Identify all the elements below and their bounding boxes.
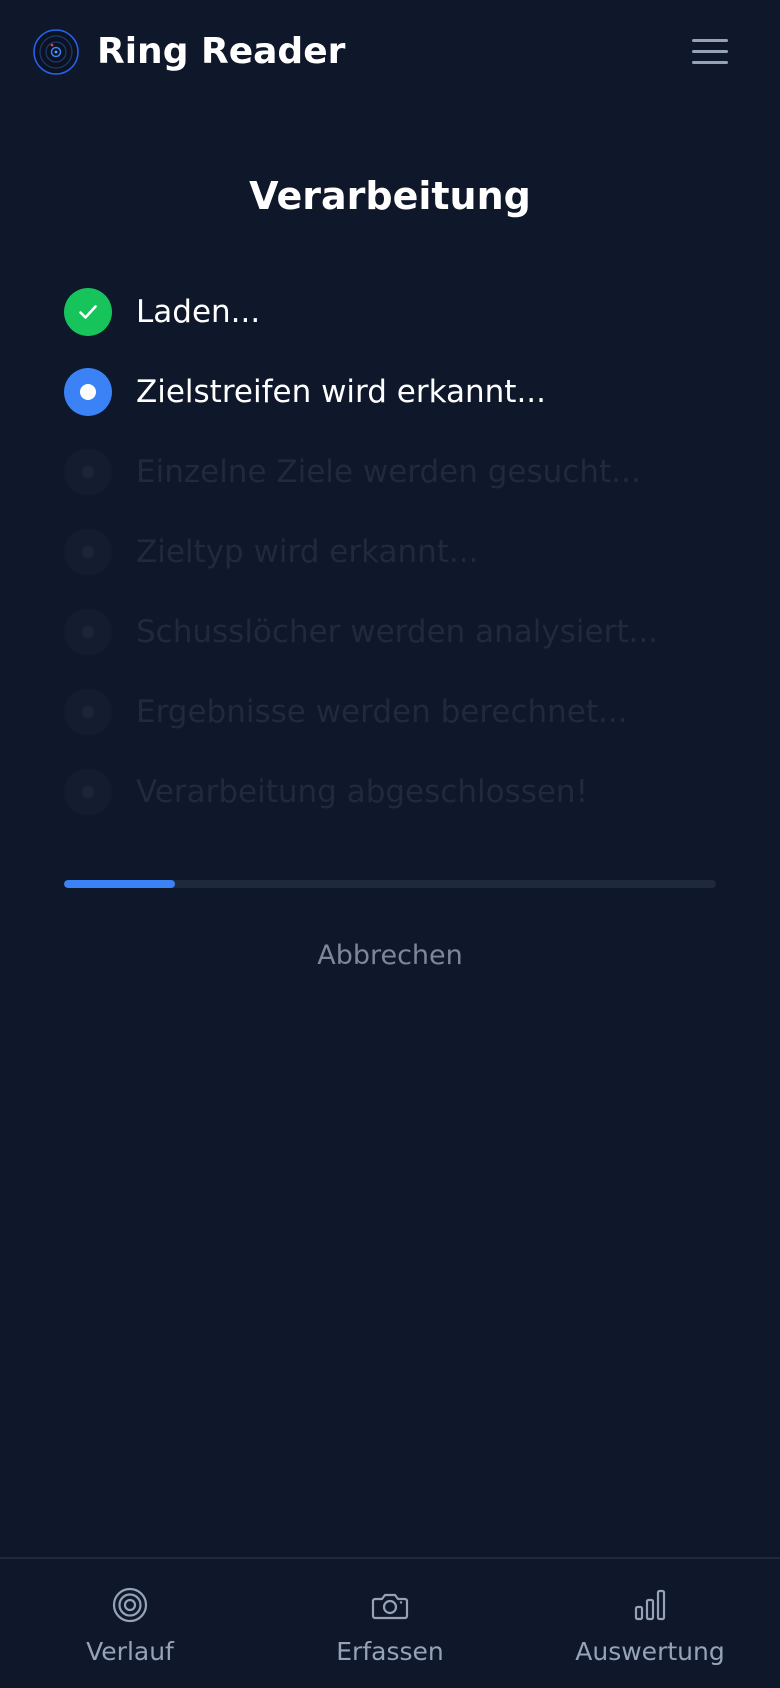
pending-step-icon (64, 768, 112, 816)
step-label: Zielstreifen wird erkannt... (136, 374, 547, 410)
progress-bar-fill (64, 880, 175, 888)
progress-bar (64, 880, 716, 888)
step-dot (82, 626, 94, 638)
cancel-button[interactable]: Abbrechen (290, 934, 490, 978)
step-item: Zieltyp wird erkannt... (64, 528, 724, 608)
camera-icon (371, 1593, 409, 1620)
pending-step-icon (64, 608, 112, 656)
step-item: Ergebnisse werden berechnet... (64, 688, 724, 768)
step-dot (82, 706, 94, 718)
page-title: Verarbeitung (249, 174, 531, 218)
nav-label: Erfassen (336, 1637, 444, 1666)
step-label: Ergebnisse werden berechnet... (136, 694, 628, 730)
nav-label: Verlauf (86, 1637, 174, 1666)
app-header: Ring Reader (0, 0, 780, 104)
nav-label: Auswertung (575, 1637, 725, 1666)
nav-item-erfassen[interactable]: Erfassen (260, 1559, 520, 1688)
active-step-icon (64, 368, 112, 416)
app-title: Ring Reader (97, 31, 346, 72)
nav-item-auswertung[interactable]: Auswertung (520, 1559, 780, 1688)
step-label: Laden... (136, 294, 261, 330)
step-item: Einzelne Ziele werden gesucht... (64, 448, 724, 528)
step-dot (80, 384, 96, 400)
step-item: Schusslöcher werden analysiert... (64, 608, 724, 688)
step-dot (82, 466, 94, 478)
step-label: Verarbeitung abgeschlossen! (136, 774, 588, 810)
bottom-navigation: Verlauf Erfassen Auswertung (0, 1557, 780, 1688)
pending-step-icon (64, 528, 112, 576)
step-dot (82, 546, 94, 558)
target-logo-icon (32, 28, 80, 76)
step-label: Einzelne Ziele werden gesucht... (136, 454, 641, 490)
processing-steps-list: Laden... Zielstreifen wird erkannt... Einz… (64, 288, 724, 848)
pending-step-icon (64, 448, 112, 496)
hamburger-menu-icon (692, 50, 728, 53)
step-item: Zielstreifen wird erkannt... (64, 368, 724, 448)
check-icon (64, 288, 112, 336)
pending-step-icon (64, 688, 112, 736)
step-item: Laden... (64, 288, 724, 368)
nav-item-verlauf[interactable]: Verlauf (0, 1559, 260, 1688)
target-icon (112, 1587, 148, 1623)
step-label: Zieltyp wird erkannt... (136, 534, 479, 570)
hamburger-menu-button[interactable] (690, 36, 730, 68)
bar-chart-icon (634, 1589, 666, 1621)
step-label: Schusslöcher werden analysiert... (136, 614, 659, 650)
hamburger-menu-icon (692, 39, 728, 42)
step-item: Verarbeitung abgeschlossen! (64, 768, 724, 848)
step-dot (82, 786, 94, 798)
app-screen: Ring Reader Verarbeitung Laden... Zielstr… (0, 0, 780, 1688)
hamburger-menu-icon (692, 61, 728, 64)
